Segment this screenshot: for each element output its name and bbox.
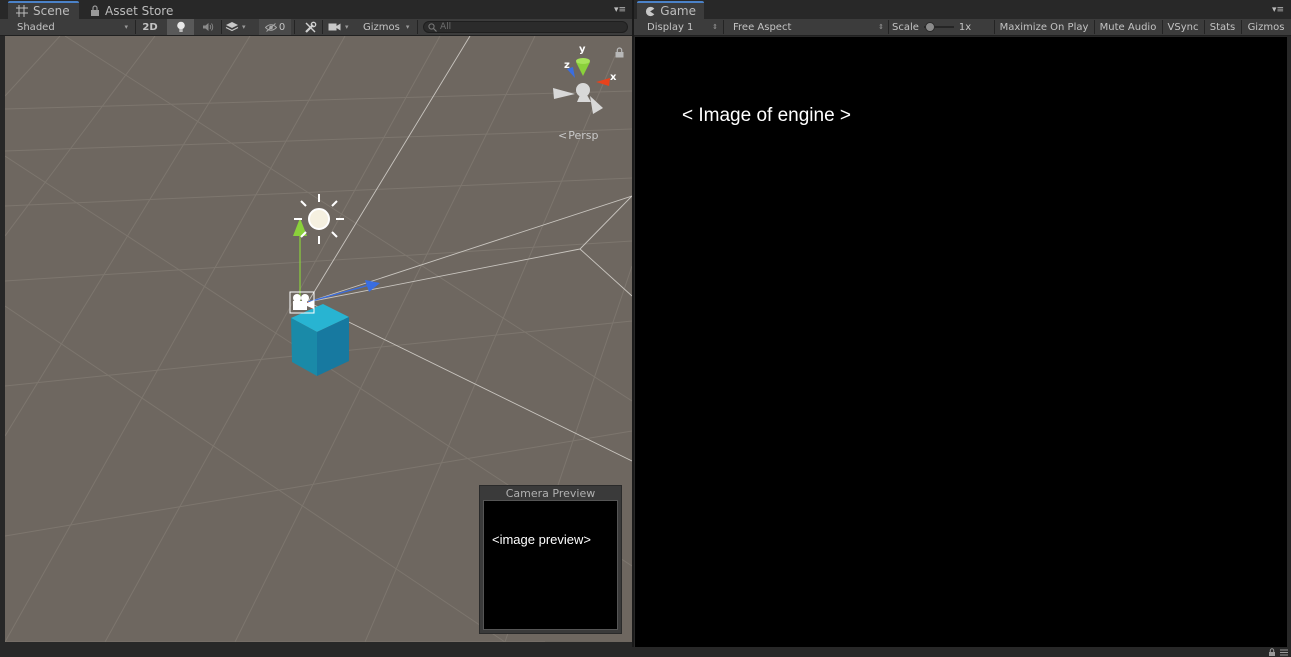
status-bar bbox=[0, 647, 1291, 657]
aspect-label: Free Aspect bbox=[733, 21, 792, 33]
scene-effects-dropdown[interactable]: ▾ bbox=[225, 19, 257, 35]
stepper-arrows-icon: ⇕ bbox=[878, 23, 884, 31]
scale-slider-thumb[interactable] bbox=[924, 22, 935, 32]
game-toolbar: Display 1 ⇕ Free Aspect ⇕ Scale 1x Maxim… bbox=[634, 19, 1291, 36]
search-placeholder: All bbox=[440, 22, 452, 32]
viewport-lock-icon[interactable] bbox=[615, 47, 624, 58]
game-gizmos-label: Gizmos bbox=[1247, 21, 1285, 33]
layers-icon bbox=[225, 22, 239, 32]
game-view[interactable]: < Image of engine > bbox=[635, 37, 1287, 647]
gizmos-dropdown[interactable]: Gizmos ▾ bbox=[359, 19, 415, 35]
scene-tabbar: Scene Asset Store ▾≡ bbox=[0, 0, 632, 19]
axis-z-label: z bbox=[564, 60, 570, 71]
tab-game-label: Game bbox=[660, 4, 696, 18]
vsync-toggle[interactable]: VSync bbox=[1163, 19, 1203, 35]
tab-game[interactable]: Game bbox=[637, 1, 704, 19]
dropdown-arrow-icon: ▾ bbox=[405, 23, 410, 31]
tab-scene[interactable]: Scene bbox=[8, 1, 79, 19]
panel-menu-icon[interactable]: ▾≡ bbox=[613, 4, 627, 16]
scene-lighting-toggle[interactable] bbox=[167, 19, 194, 35]
stats-label: Stats bbox=[1209, 21, 1236, 33]
scene-search-input[interactable]: All bbox=[423, 21, 628, 33]
toggle-2d-label: 2D bbox=[142, 21, 158, 33]
wrench-icon bbox=[304, 21, 316, 33]
scene-panel: Scene Asset Store ▾≡ Shaded ▾ 2D ▾ 0 ▾ G… bbox=[0, 0, 632, 647]
toolbar-divider bbox=[294, 20, 295, 34]
dropdown-arrow-icon: ▾ bbox=[345, 23, 349, 31]
toggle-2d-button[interactable]: 2D bbox=[136, 19, 164, 35]
stats-toggle[interactable]: Stats bbox=[1205, 19, 1240, 35]
camera-preview-window: Camera Preview <image preview> bbox=[479, 485, 622, 634]
scene-audio-toggle[interactable] bbox=[196, 19, 220, 35]
hidden-objects-toggle[interactable]: 0 bbox=[259, 19, 291, 35]
toolbar-divider bbox=[322, 20, 323, 34]
directional-light-icon[interactable] bbox=[294, 194, 344, 244]
mute-audio-toggle[interactable]: Mute Audio bbox=[1095, 19, 1161, 35]
grid-icon bbox=[16, 5, 28, 17]
camera-preview-title: Camera Preview bbox=[505, 487, 596, 500]
dropdown-arrow-icon: ▾ bbox=[124, 23, 128, 31]
axis-y-label: y bbox=[579, 44, 586, 55]
game-gizmos-toggle[interactable]: Gizmos bbox=[1242, 19, 1290, 35]
tab-asset-store[interactable]: Asset Store bbox=[82, 2, 181, 19]
scale-slider[interactable] bbox=[923, 21, 954, 33]
scale-label: Scale bbox=[892, 21, 919, 33]
status-menu-icon[interactable] bbox=[1280, 648, 1288, 656]
persp-chevron-icon: < bbox=[558, 129, 568, 142]
axis-x-label: x bbox=[610, 72, 617, 83]
tab-scene-label: Scene bbox=[33, 4, 70, 18]
panel-menu-icon[interactable]: ▾≡ bbox=[1271, 4, 1285, 16]
projection-label: Persp bbox=[568, 129, 599, 142]
hidden-count: 0 bbox=[278, 21, 286, 33]
toolbar-divider bbox=[221, 20, 222, 34]
stepper-arrows-icon: ⇕ bbox=[712, 23, 718, 31]
maximize-on-play-label: Maximize On Play bbox=[999, 21, 1089, 33]
scene-tools-button[interactable] bbox=[300, 19, 320, 35]
scale-value: 1x bbox=[958, 21, 972, 33]
camera-icon bbox=[328, 23, 341, 31]
display-label: Display 1 bbox=[647, 21, 694, 33]
game-tabbar: Game ▾≡ bbox=[634, 0, 1291, 19]
tab-asset-store-label: Asset Store bbox=[105, 3, 174, 18]
eye-crossed-icon bbox=[264, 22, 277, 32]
projection-toggle[interactable]: < Persp bbox=[558, 129, 598, 142]
scale-control: Scale 1x bbox=[892, 19, 982, 35]
display-dropdown[interactable]: Display 1 ⇕ bbox=[639, 19, 722, 35]
maximize-on-play-toggle[interactable]: Maximize On Play bbox=[995, 19, 1093, 35]
dropdown-arrow-icon: ▾ bbox=[242, 23, 246, 31]
lightbulb-icon bbox=[176, 21, 185, 32]
scene-toolbar: Shaded ▾ 2D ▾ 0 ▾ Gizmos ▾ All bbox=[0, 19, 632, 36]
shading-mode-label: Shaded bbox=[17, 21, 55, 33]
scene-orientation-gizmo[interactable] bbox=[553, 58, 610, 114]
shading-mode-dropdown[interactable]: Shaded ▾ bbox=[6, 19, 130, 35]
mute-audio-label: Mute Audio bbox=[1099, 21, 1157, 33]
game-panel: Game ▾≡ Display 1 ⇕ Free Aspect ⇕ Scale … bbox=[634, 0, 1291, 647]
speaker-icon bbox=[203, 23, 214, 31]
vsync-label: VSync bbox=[1167, 21, 1199, 33]
pacman-icon bbox=[645, 6, 655, 16]
aspect-dropdown[interactable]: Free Aspect ⇕ bbox=[724, 19, 887, 35]
toolbar-divider bbox=[417, 20, 418, 34]
toolbar-divider bbox=[888, 20, 889, 34]
game-view-label: < Image of engine > bbox=[682, 105, 852, 126]
camera-preview-image: <image preview> bbox=[483, 500, 618, 630]
cube-object[interactable] bbox=[291, 304, 349, 376]
gizmos-label: Gizmos bbox=[363, 21, 400, 33]
status-lock-icon[interactable] bbox=[1268, 648, 1276, 656]
search-icon bbox=[428, 22, 437, 32]
scene-camera-dropdown[interactable]: ▾ bbox=[328, 19, 356, 35]
lock-icon bbox=[91, 5, 99, 16]
camera-preview-label: <image preview> bbox=[492, 532, 591, 547]
